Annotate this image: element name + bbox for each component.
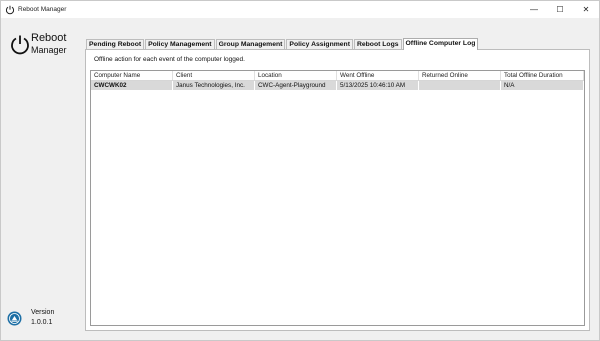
cell-client: Janus Technologies, Inc. bbox=[173, 81, 255, 90]
close-button[interactable]: ✕ bbox=[573, 1, 599, 18]
tab-strip: Pending Reboot Policy Management Group M… bbox=[86, 38, 479, 50]
column-header-returned-online[interactable]: Returned Online bbox=[419, 71, 501, 80]
power-icon bbox=[11, 35, 29, 55]
cell-computer-name: CWCWK02 bbox=[91, 81, 173, 90]
version-label: Version bbox=[31, 309, 55, 316]
tab-content-pane: Offline action for each event of the com… bbox=[85, 49, 590, 331]
window-controls: — ☐ ✕ bbox=[521, 1, 599, 18]
version-number: 1.0.0.1 bbox=[31, 319, 53, 326]
cell-went-offline: 5/13/2025 10:46:10 AM bbox=[337, 81, 419, 90]
tab-offline-computer-log[interactable]: Offline Computer Log bbox=[402, 38, 479, 50]
column-header-location[interactable]: Location bbox=[255, 71, 337, 80]
cell-total-offline-duration: N/A bbox=[501, 81, 584, 90]
column-header-client[interactable]: Client bbox=[173, 71, 255, 80]
cell-location: CWC-Agent-Playground bbox=[255, 81, 337, 90]
version-info: Version 1.0.0.1 bbox=[7, 309, 67, 331]
power-icon bbox=[5, 5, 15, 14]
company-logo-icon bbox=[7, 311, 22, 326]
brand-title: Reboot bbox=[31, 32, 67, 44]
title-bar: Reboot Manager — ☐ ✕ bbox=[1, 1, 599, 18]
column-header-went-offline[interactable]: Went Offline bbox=[337, 71, 419, 80]
brand-logo: Reboot Manager bbox=[7, 31, 77, 65]
cell-returned-online bbox=[419, 81, 501, 90]
maximize-button[interactable]: ☐ bbox=[547, 1, 573, 18]
table-header: Computer Name Client Location Went Offli… bbox=[91, 71, 584, 81]
table-row[interactable]: CWCWK02 Janus Technologies, Inc. CWC-Age… bbox=[91, 81, 584, 90]
minimize-button[interactable]: — bbox=[521, 1, 547, 18]
pane-description: Offline action for each event of the com… bbox=[94, 56, 245, 63]
column-header-computer-name[interactable]: Computer Name bbox=[91, 71, 173, 80]
window-title: Reboot Manager bbox=[18, 6, 67, 13]
column-header-total-offline-duration[interactable]: Total Offline Duration bbox=[501, 71, 584, 80]
brand-subtitle: Manager bbox=[31, 45, 67, 55]
offline-log-table[interactable]: Computer Name Client Location Went Offli… bbox=[90, 70, 585, 326]
app-window: Reboot Manager — ☐ ✕ Reboot Manager Pend… bbox=[0, 0, 600, 341]
menu-strip bbox=[1, 18, 599, 27]
